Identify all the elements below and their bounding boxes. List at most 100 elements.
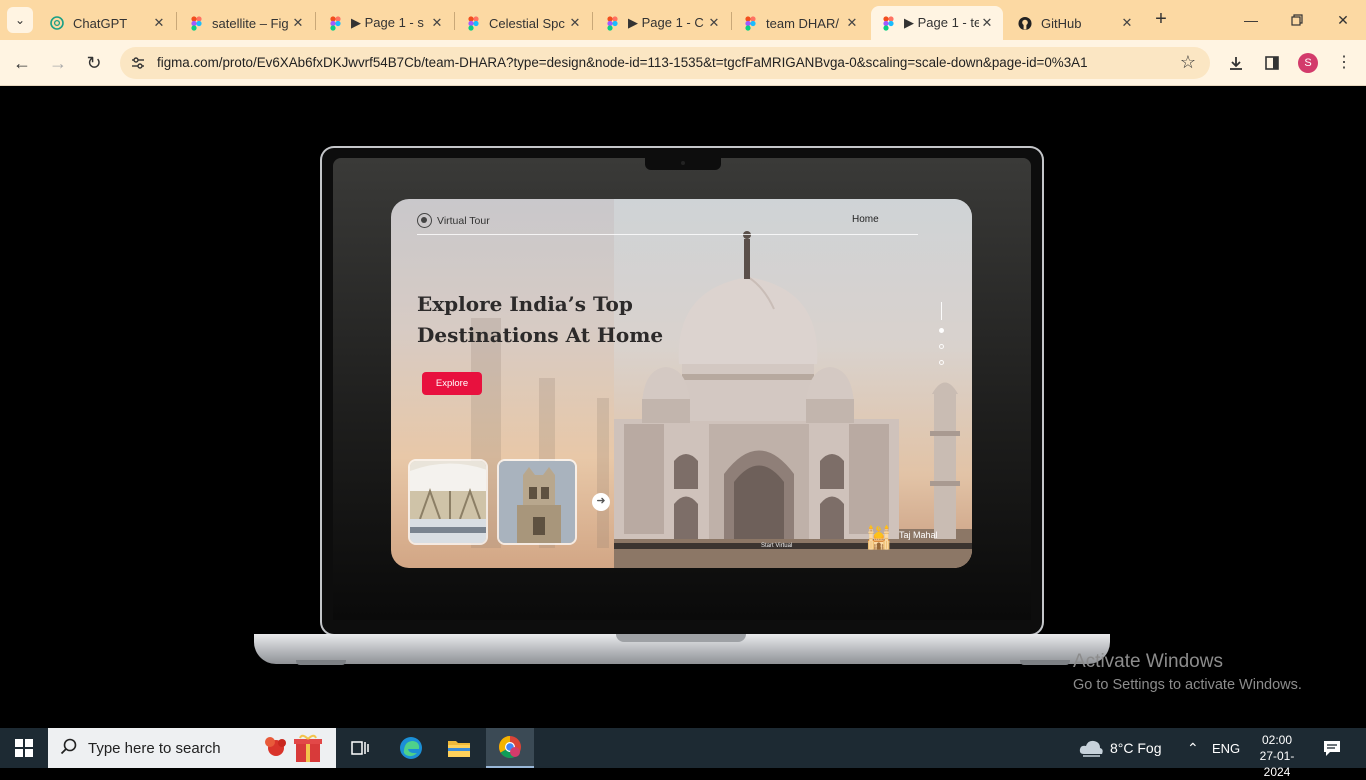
notifications-button[interactable] bbox=[1322, 728, 1342, 768]
hero-headline: Explore India’s Top Destinations At Home bbox=[417, 292, 664, 347]
virtual-tour-logo-icon bbox=[417, 213, 432, 228]
plus-icon: + bbox=[1155, 8, 1167, 30]
tab-separator bbox=[315, 12, 316, 30]
tab-celestial[interactable]: Celestial Spc ✕ bbox=[456, 6, 591, 40]
close-icon[interactable]: ✕ bbox=[290, 15, 306, 31]
chatgpt-icon bbox=[50, 16, 64, 30]
search-placeholder: Type here to search bbox=[88, 740, 221, 757]
cloud-icon bbox=[1079, 740, 1103, 757]
taj-mahal-photo bbox=[614, 199, 972, 568]
kebab-menu-icon: ⋮ bbox=[1336, 54, 1352, 71]
brand-name: Virtual Tour bbox=[437, 215, 490, 227]
windows-taskbar: Type here to search 8°C Fog ⌃ ENG 02:00 … bbox=[0, 728, 1366, 779]
tab-separator bbox=[592, 12, 593, 30]
chevron-down-icon: ⌄ bbox=[14, 13, 26, 27]
tab-label: team DHAR/ bbox=[766, 15, 839, 31]
arrow-right-icon: ➜ bbox=[596, 495, 606, 507]
minaret-silhouette bbox=[597, 398, 609, 548]
next-arrow-button[interactable]: ➜ bbox=[592, 493, 610, 511]
tab-label: GitHub bbox=[1041, 15, 1082, 31]
carousel-dot[interactable] bbox=[939, 328, 944, 333]
tab-page1-c[interactable]: ▶ Page 1 - C ✕ bbox=[595, 6, 730, 40]
tab-label: Celestial Spc bbox=[489, 15, 565, 31]
start-button[interactable] bbox=[0, 728, 48, 768]
show-hidden-icons-button[interactable]: ⌃ bbox=[1187, 728, 1199, 768]
nav-home-link[interactable]: Home bbox=[852, 214, 879, 225]
tab-page1-te-active[interactable]: ▶ Page 1 - te ✕ bbox=[871, 6, 1003, 40]
downloads-button[interactable] bbox=[1223, 50, 1249, 76]
profile-avatar[interactable]: S bbox=[1298, 53, 1318, 73]
file-explorer-app[interactable] bbox=[435, 728, 483, 768]
tab-page1-s[interactable]: ▶ Page 1 - s ✕ bbox=[318, 6, 453, 40]
virtual-tour-prototype: Virtual Tour Home Explore India’s Top De… bbox=[391, 199, 972, 568]
arrow-left-icon: ← bbox=[13, 53, 31, 73]
figma-icon bbox=[328, 15, 342, 31]
clock-date: 27-01-2024 bbox=[1259, 749, 1295, 779]
close-icon[interactable]: ✕ bbox=[844, 15, 860, 31]
new-tab-button[interactable]: + bbox=[1150, 9, 1172, 31]
close-icon[interactable]: ✕ bbox=[1119, 15, 1135, 31]
taj-mahal-icon: 🕌 bbox=[865, 525, 893, 550]
close-icon[interactable]: ✕ bbox=[979, 15, 995, 31]
laptop-opening-groove bbox=[616, 634, 746, 642]
close-icon[interactable]: ✕ bbox=[567, 15, 583, 31]
carousel-dot[interactable] bbox=[939, 360, 944, 365]
browser-menu-button[interactable]: ⋮ bbox=[1331, 50, 1357, 76]
taj-mahal-illustration bbox=[614, 231, 972, 568]
carousel-dot[interactable] bbox=[939, 344, 944, 349]
window-close-button[interactable]: ✕ bbox=[1330, 7, 1356, 33]
site-settings-icon[interactable] bbox=[130, 55, 146, 71]
close-icon[interactable]: ✕ bbox=[706, 15, 722, 31]
bookmark-star-icon[interactable]: ☆ bbox=[1180, 52, 1196, 73]
edge-app[interactable] bbox=[387, 728, 435, 768]
weather-widget[interactable]: 8°C Fog bbox=[1078, 728, 1162, 768]
close-icon: ✕ bbox=[1337, 12, 1349, 28]
tab-label: ▶ Page 1 - s bbox=[351, 15, 424, 30]
minimize-button[interactable]: — bbox=[1238, 7, 1264, 33]
windows-logo-icon bbox=[15, 739, 33, 757]
language-indicator[interactable]: ENG bbox=[1212, 728, 1240, 768]
figma-icon bbox=[743, 15, 757, 31]
side-panel-icon bbox=[1265, 56, 1279, 70]
close-icon[interactable]: ✕ bbox=[151, 15, 167, 31]
url-text[interactable]: figma.com/proto/Ev6XAb6fxDKJwvrf54B7Cb/t… bbox=[157, 55, 1088, 70]
virtual-view-caption[interactable]: Start Virtual bbox=[761, 543, 792, 549]
destination-thumbnail[interactable] bbox=[497, 459, 577, 545]
side-panel-button[interactable] bbox=[1259, 50, 1285, 76]
taskbar-search-box[interactable]: Type here to search bbox=[48, 728, 336, 768]
place-name: Taj Mahal bbox=[899, 530, 938, 540]
tab-chatgpt[interactable]: ChatGPT ✕ bbox=[40, 6, 175, 40]
restore-button[interactable] bbox=[1284, 7, 1310, 33]
oculus-photo bbox=[410, 461, 486, 543]
tab-satellite[interactable]: satellite – Fig ✕ bbox=[179, 6, 314, 40]
clock[interactable]: 02:00 27-01-2024 bbox=[1248, 732, 1306, 780]
tab-github[interactable]: GitHub ✕ bbox=[1008, 6, 1143, 40]
tab-team-dhara[interactable]: team DHAR/ ✕ bbox=[733, 6, 868, 40]
tab-separator bbox=[454, 12, 455, 30]
figma-icon bbox=[605, 15, 619, 31]
tab-label: ▶ Page 1 - C bbox=[628, 15, 704, 30]
browser-toolbar: ← → ↻ figma.com/proto/Ev6XAb6fxDKJwvrf54… bbox=[0, 40, 1366, 86]
task-view-button[interactable] bbox=[336, 728, 384, 768]
tab-search-button[interactable]: ⌄ bbox=[7, 7, 33, 33]
back-button[interactable]: ← bbox=[9, 50, 35, 76]
tab-separator bbox=[176, 12, 177, 30]
tab-label: satellite – Fig bbox=[212, 15, 289, 31]
reload-icon: ↻ bbox=[86, 53, 102, 73]
task-view-icon bbox=[351, 741, 369, 755]
belem-tower-photo bbox=[499, 461, 575, 543]
activate-windows-subtitle: Go to Settings to activate Windows. bbox=[1073, 677, 1302, 693]
minimize-icon: — bbox=[1244, 12, 1258, 28]
download-icon bbox=[1230, 57, 1242, 70]
chrome-app[interactable] bbox=[486, 728, 534, 768]
explore-button[interactable]: Explore bbox=[422, 372, 482, 395]
address-bar[interactable]: figma.com/proto/Ev6XAb6fxDKJwvrf54B7Cb/t… bbox=[120, 47, 1210, 79]
reload-button[interactable]: ↻ bbox=[81, 50, 107, 76]
folder-icon bbox=[448, 741, 470, 757]
notification-icon bbox=[1324, 741, 1340, 756]
tab-separator bbox=[731, 12, 732, 30]
destination-thumbnail[interactable] bbox=[408, 459, 488, 545]
close-icon[interactable]: ✕ bbox=[429, 15, 445, 31]
forward-button[interactable]: → bbox=[45, 50, 71, 76]
edge-icon bbox=[400, 737, 422, 759]
